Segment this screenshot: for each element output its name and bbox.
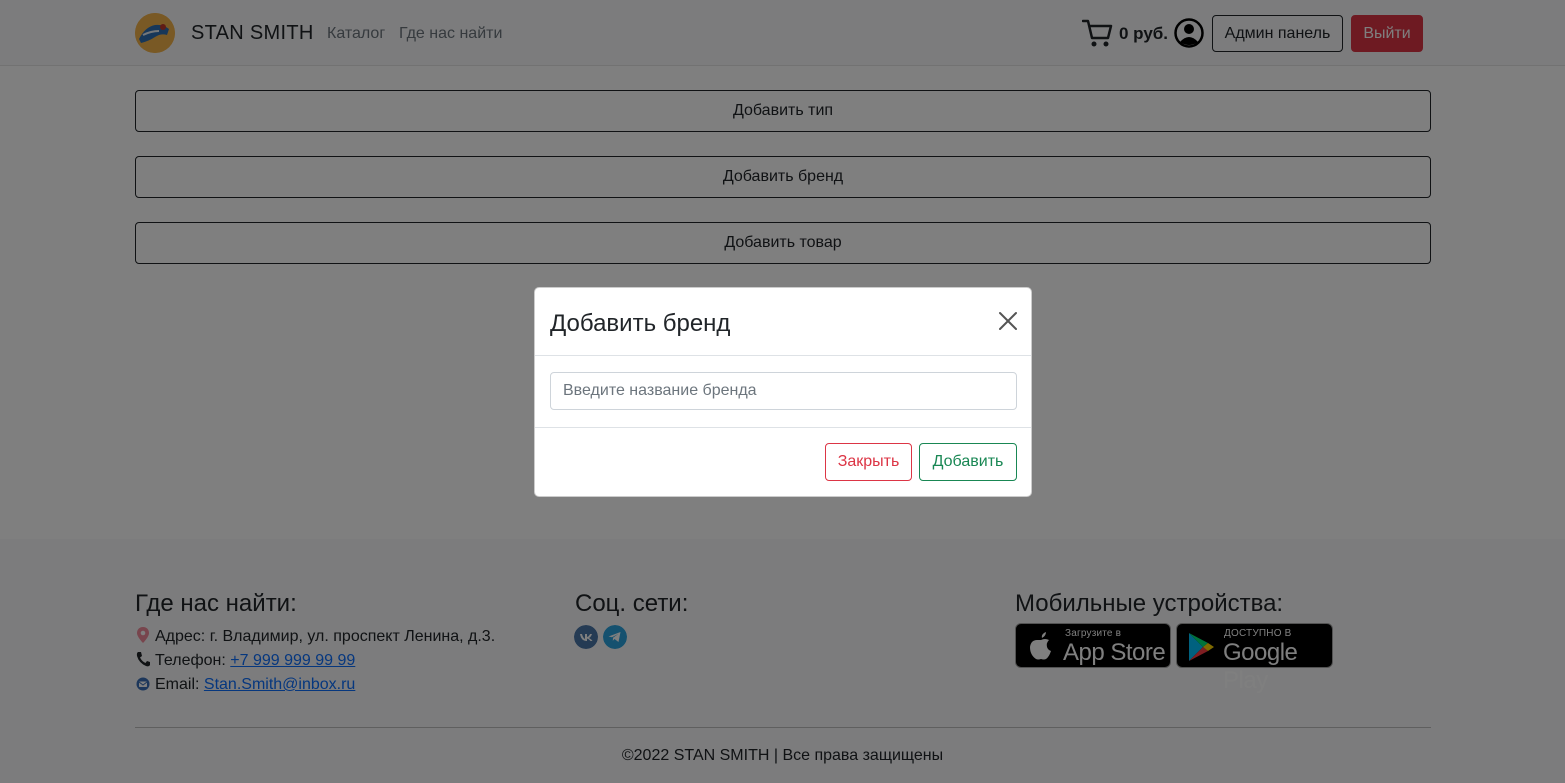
modal-footer-divider <box>535 427 1031 428</box>
add-brand-modal: Добавить бренд Закрыть Добавить <box>534 287 1032 497</box>
modal-header-divider <box>535 355 1031 356</box>
modal-close-button[interactable]: Закрыть <box>825 443 912 481</box>
modal-title: Добавить бренд <box>550 310 731 337</box>
modal-add-button[interactable]: Добавить <box>919 443 1017 481</box>
close-icon[interactable] <box>997 310 1019 332</box>
brand-name-input[interactable] <box>550 372 1017 410</box>
